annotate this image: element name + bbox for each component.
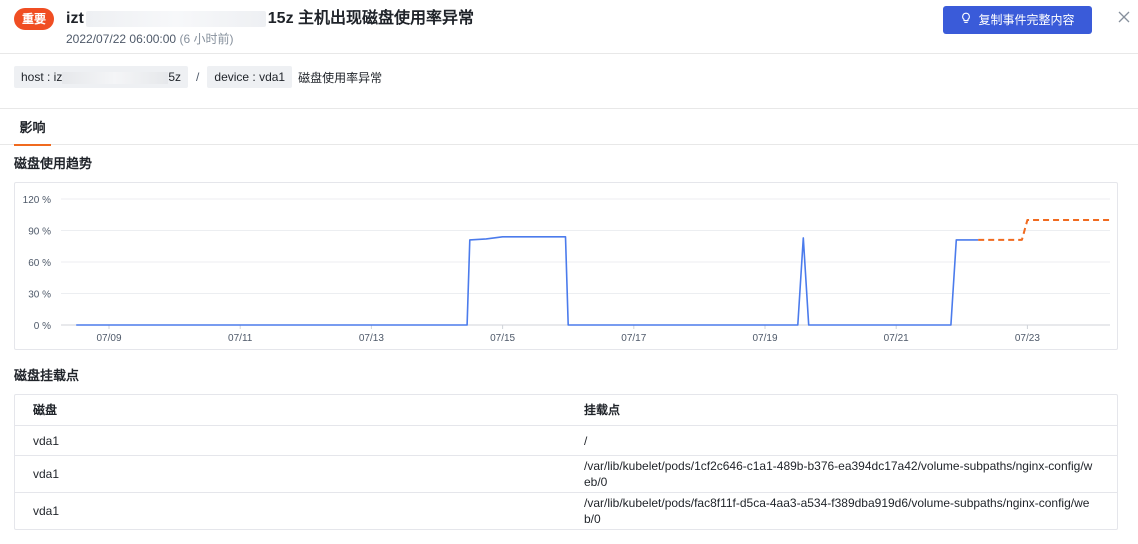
tab-impact[interactable]: 影响	[14, 116, 51, 146]
host-tag-suffix: 5z	[168, 70, 182, 84]
table-row: vda1 /var/lib/kubelet/pods/fac8f11f-d5ca…	[15, 492, 1117, 529]
event-header: 重要 izt 15z 主机出现磁盘使用率异常 2022/07/22 06:00:0…	[0, 0, 1138, 54]
divider	[0, 108, 1138, 109]
tab-bar: 影响	[0, 116, 1138, 146]
y-tick-label: 30 %	[28, 290, 51, 301]
x-tick-label: 07/21	[884, 333, 909, 344]
x-tick-label: 07/09	[96, 333, 121, 344]
x-tick-label: 07/11	[228, 333, 253, 344]
tag-row: host : iz 5z / device : vda1 磁盘使用率异常	[14, 66, 382, 88]
y-tick-label: 0 %	[34, 321, 51, 332]
redacted-host	[62, 71, 169, 84]
metric-label: 磁盘使用率异常	[298, 70, 383, 85]
copy-event-button[interactable]: 复制事件完整内容	[943, 6, 1092, 34]
severity-badge: 重要	[14, 8, 55, 30]
disk-cell: vda1	[33, 433, 60, 448]
event-title: izt 15z 主机出现磁盘使用率异常	[66, 8, 474, 30]
mount-cell: /var/lib/kubelet/pods/fac8f11f-d5ca-4aa3…	[584, 496, 1090, 526]
mount-cell: /	[584, 433, 588, 448]
disk-usage-chart: 120 % 90 % 60 % 30 % 0 % 07/09 07/11 07/13 07/15…	[14, 182, 1118, 350]
y-tick-label: 120 %	[23, 195, 51, 206]
host-tag[interactable]: host : iz 5z	[14, 66, 189, 88]
lightbulb-icon	[960, 6, 972, 34]
event-time: 2022/07/22 06:00:00 (6 小时前)	[66, 31, 233, 47]
x-tick-label: 07/15	[490, 333, 515, 344]
event-timestamp: 2022/07/22 06:00:00	[66, 32, 177, 46]
mount-section-title: 磁盘挂载点	[14, 368, 80, 383]
column-header-disk: 磁盘	[33, 403, 58, 417]
tag-separator: /	[196, 70, 200, 84]
table-row: vda1 /var/lib/kubelet/pods/1cf2c646-c1a1…	[15, 455, 1117, 492]
host-tag-label: host : iz	[21, 70, 63, 84]
close-button[interactable]	[1112, 6, 1136, 30]
device-tag[interactable]: device : vda1	[207, 66, 293, 88]
disk-cell: vda1	[33, 504, 60, 518]
y-tick-label: 60 %	[28, 258, 51, 269]
mount-cell: /var/lib/kubelet/pods/1cf2c646-c1a1-489b…	[584, 459, 1093, 489]
title-suffix: 15z 主机出现磁盘使用率异常	[267, 10, 475, 27]
column-header-mount: 挂载点	[584, 403, 621, 417]
title-prefix: izt	[66, 10, 84, 27]
relative-time: (6 小时前)	[179, 32, 234, 46]
disk-cell: vda1	[33, 467, 60, 481]
usage-series-line	[76, 235, 979, 326]
chart-svg: 120 % 90 % 60 % 30 % 0 % 07/09 07/11 07/13 07/15…	[23, 195, 1110, 344]
y-tick-label: 90 %	[28, 227, 51, 238]
redacted-hostname	[85, 10, 266, 27]
close-icon	[1118, 11, 1130, 26]
copy-event-label: 复制事件完整内容	[978, 13, 1075, 27]
x-tick-label: 07/17	[621, 333, 646, 344]
x-tick-label: 07/19	[752, 333, 777, 344]
table-header: 磁盘 挂载点	[15, 395, 1117, 425]
x-tick-label: 07/13	[359, 333, 384, 344]
trend-section-title: 磁盘使用趋势	[14, 156, 93, 171]
table-row: vda1 /	[15, 425, 1117, 455]
mount-table: 磁盘 挂载点 vda1 / vda1 /var/lib/kubelet/pods…	[14, 394, 1118, 530]
forecast-series-line	[978, 219, 1110, 241]
x-tick-label: 07/23	[1015, 333, 1040, 344]
